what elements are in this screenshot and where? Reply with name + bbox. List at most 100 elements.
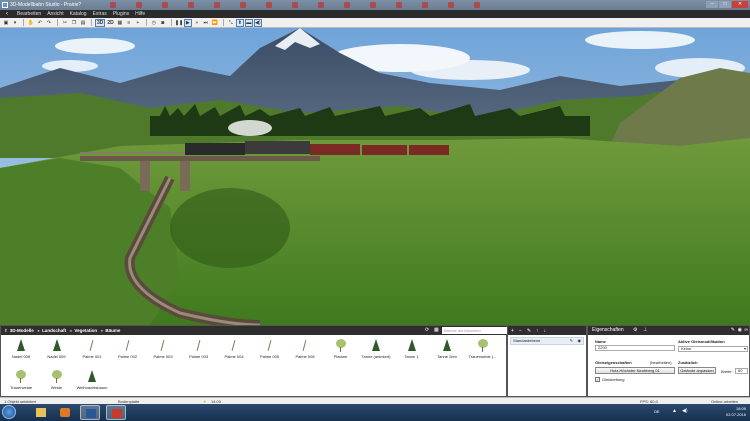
library-item[interactable]: Weide bbox=[40, 365, 74, 395]
measure-icon[interactable]: ⤡ bbox=[227, 19, 235, 27]
paste-icon[interactable]: ▤ bbox=[79, 19, 87, 27]
library-item[interactable]: Nadel 009 bbox=[40, 334, 74, 364]
track-bed-label: Gleisbettung bbox=[602, 377, 625, 382]
gear-icon[interactable]: ⚙ bbox=[633, 326, 637, 335]
library-item[interactable]: Palme 006 bbox=[288, 334, 322, 364]
library-item[interactable]: Weihnachtsbaum bbox=[75, 365, 109, 395]
edit-link[interactable]: (bearbeiten) bbox=[650, 360, 672, 365]
library-item[interactable]: Trauerweide (... bbox=[466, 334, 500, 364]
add-layer-icon[interactable]: + bbox=[511, 328, 514, 334]
menu-ansicht[interactable]: Ansicht bbox=[44, 11, 66, 17]
hand-icon[interactable]: ✋ bbox=[27, 19, 35, 27]
view-mode-icon[interactable]: ▦ bbox=[434, 327, 439, 333]
menu-hilfe[interactable]: Hilfe bbox=[132, 11, 148, 17]
active-mod-select[interactable]: Keine ▾ bbox=[678, 346, 748, 352]
library-item[interactable]: Palme 004 bbox=[217, 334, 251, 364]
track-bed-checkbox[interactable]: ✓ bbox=[595, 377, 600, 382]
breadcrumb-separator-icon: ▸ bbox=[37, 327, 41, 333]
pencil-icon[interactable]: ✎ bbox=[570, 338, 573, 344]
properties-title: Eigenschaften bbox=[592, 327, 624, 333]
dropdown-icon[interactable]: ▾ bbox=[11, 19, 19, 27]
menu-plugins[interactable]: Plugins bbox=[110, 11, 132, 17]
library-search-input[interactable]: Bäume durchsuchen bbox=[442, 327, 509, 334]
taskbar-word[interactable] bbox=[80, 405, 100, 420]
main-toolbar: ▣ ▾ ✋ ↶ ↷ ✂ ❐ ▤ 3D 2D ▦ ≡ + ◷ ◙ ❚❚ ▶ » ⏭… bbox=[0, 18, 750, 28]
layers-panel: + − ✎ ↑ ↓ Standardebene ✎ ◉ bbox=[507, 325, 587, 397]
edit-layer-icon[interactable]: ✎ bbox=[527, 328, 531, 334]
layers-icon[interactable]: ≡ bbox=[125, 19, 133, 27]
library-item[interactable]: Palme 003 bbox=[182, 334, 216, 364]
breadcrumb-3d-modelle[interactable]: 3D-Modelle bbox=[10, 328, 34, 333]
volume-icon[interactable]: ◀) bbox=[682, 408, 688, 414]
width-input[interactable]: 60 bbox=[735, 368, 748, 374]
layer-row[interactable]: Standardebene ✎ ◉ bbox=[510, 337, 584, 345]
library-item[interactable]: Palme 005 bbox=[253, 334, 287, 364]
taskbar-explorer[interactable] bbox=[31, 405, 51, 420]
menu-katalog[interactable]: Katalog bbox=[67, 11, 90, 17]
plus-icon[interactable]: + bbox=[134, 19, 142, 27]
view-3d-button[interactable]: 3D bbox=[95, 18, 106, 27]
play-icon[interactable]: ▶ bbox=[183, 18, 192, 27]
track-tool-icon[interactable]: ▬ bbox=[244, 18, 253, 27]
tree-thumbnail-icon bbox=[4, 365, 38, 385]
move-down-icon[interactable]: ↓ bbox=[544, 328, 547, 334]
tree-thumbnail-icon bbox=[182, 334, 216, 354]
up-arrow-icon[interactable]: ⬆ bbox=[4, 328, 8, 334]
adapt-terrain-button[interactable]: Gelände anpassen bbox=[678, 367, 716, 374]
fast-forward-icon[interactable]: » bbox=[193, 19, 201, 27]
pin-icon[interactable]: ⊥ bbox=[643, 326, 647, 335]
menu-extras[interactable]: Extras bbox=[90, 11, 110, 17]
tree-thumbnail-icon bbox=[288, 334, 322, 354]
library-item[interactable]: Palme 001 bbox=[75, 334, 109, 364]
redo-icon[interactable]: ↷ bbox=[45, 19, 53, 27]
view-2d-button[interactable]: 2D bbox=[106, 19, 114, 27]
clock[interactable]: 18:09 02.07.2016 bbox=[726, 406, 746, 418]
sound-icon[interactable]: ◀) bbox=[253, 18, 262, 27]
fastest-forward-icon[interactable]: ⏩ bbox=[211, 19, 219, 27]
library-item[interactable]: Tanne 2bm bbox=[430, 334, 464, 364]
library-item[interactable]: Palme 002 bbox=[111, 334, 145, 364]
pause-icon[interactable]: ❚❚ bbox=[175, 19, 183, 27]
language-indicator[interactable]: DE bbox=[654, 409, 660, 414]
faster-forward-icon[interactable]: ⏭ bbox=[202, 19, 210, 27]
breadcrumb-landschaft[interactable]: Landschaft bbox=[42, 328, 66, 333]
move-up-icon[interactable]: ↑ bbox=[536, 328, 539, 334]
library-item[interactable]: Nadel 008 bbox=[4, 334, 38, 364]
tree-thumbnail-icon bbox=[253, 334, 287, 354]
link-icon[interactable]: ∞ bbox=[744, 326, 748, 335]
minimize-button[interactable]: – bbox=[706, 1, 718, 8]
save-icon[interactable]: ▣ bbox=[2, 19, 10, 27]
clock-icon[interactable]: ◷ bbox=[150, 19, 158, 27]
back-arrow-icon[interactable]: ‹ bbox=[0, 10, 14, 18]
track-type-button[interactable]: Holz-Höchster Neubberg 01 bbox=[595, 367, 675, 374]
layers-toolbar: + − ✎ ↑ ↓ bbox=[508, 326, 586, 335]
breadcrumb-baeume[interactable]: Bäume bbox=[105, 328, 120, 333]
cut-icon[interactable]: ✂ bbox=[61, 19, 69, 27]
taskbar-media[interactable] bbox=[55, 405, 75, 420]
menu-bar: ‹ Bearbeiten Ansicht Katalog Extras Plug… bbox=[0, 10, 750, 18]
library-item[interactable]: Tanne (animiert) bbox=[359, 334, 393, 364]
edit-icon[interactable]: ✎ bbox=[731, 326, 735, 335]
undo-icon[interactable]: ↶ bbox=[36, 19, 44, 27]
close-button[interactable]: ✕ bbox=[732, 1, 748, 8]
eye-icon[interactable]: ◉ bbox=[738, 326, 742, 335]
maximize-button[interactable]: □ bbox=[719, 1, 731, 8]
library-item[interactable]: Platane bbox=[324, 334, 358, 364]
library-item[interactable]: Trauerweide bbox=[4, 365, 38, 395]
grid-icon[interactable]: ▦ bbox=[116, 19, 124, 27]
taskbar-modellbahn[interactable] bbox=[106, 405, 126, 420]
library-item[interactable]: Tanne 1 bbox=[395, 334, 429, 364]
name-input[interactable]: 2200 bbox=[595, 345, 675, 351]
library-item[interactable]: Palme 003 bbox=[146, 334, 180, 364]
breadcrumb-vegetation[interactable]: Vegetation bbox=[74, 328, 97, 333]
3d-viewport[interactable] bbox=[0, 28, 750, 325]
eye-icon[interactable]: ◉ bbox=[578, 338, 582, 344]
camera-icon[interactable]: ◙ bbox=[159, 19, 167, 27]
menu-bearbeiten[interactable]: Bearbeiten bbox=[14, 11, 44, 17]
network-icon[interactable]: ▲ bbox=[672, 408, 677, 414]
copy-icon[interactable]: ❐ bbox=[70, 19, 78, 27]
refresh-icon[interactable]: ⟳ bbox=[425, 327, 429, 333]
import-icon[interactable]: ⬆ bbox=[235, 18, 244, 27]
remove-layer-icon[interactable]: − bbox=[519, 328, 522, 334]
start-button[interactable] bbox=[2, 405, 16, 419]
